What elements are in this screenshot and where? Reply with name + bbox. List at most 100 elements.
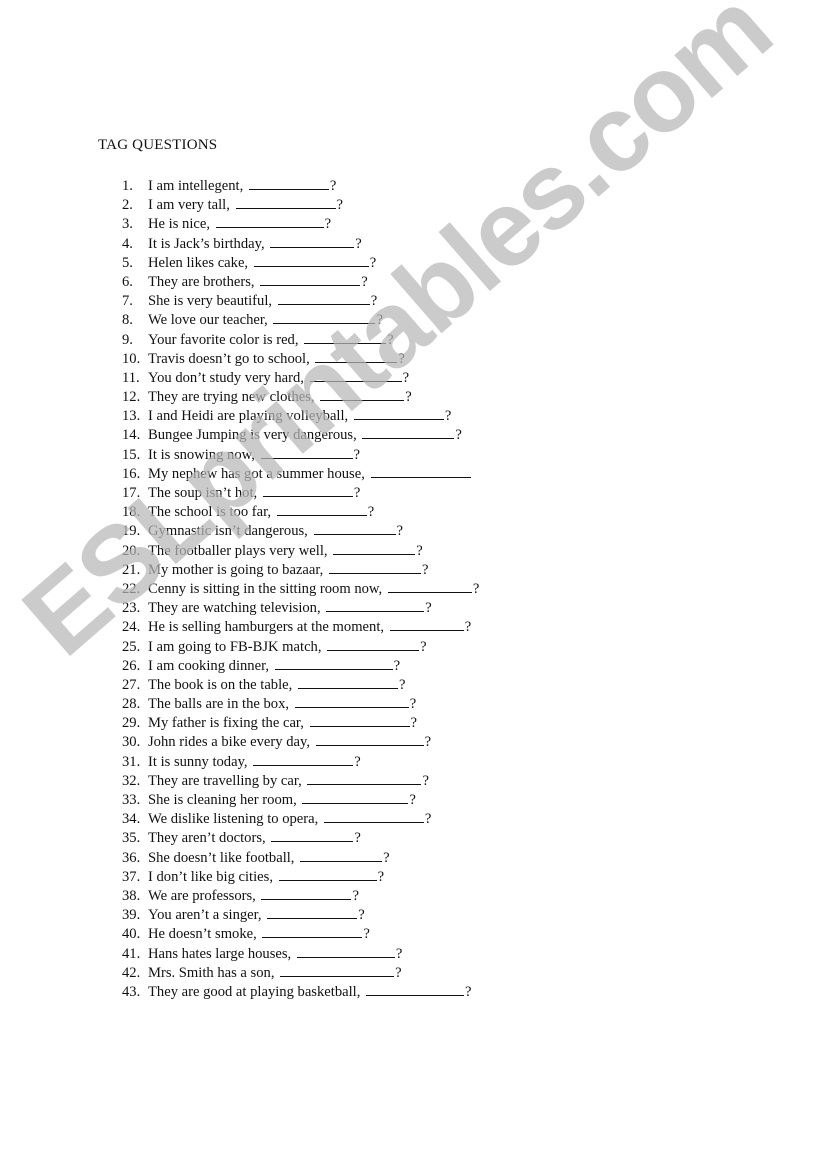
question-text: She is cleaning her room,: [148, 792, 297, 808]
question-item: 26. I am cooking dinner, ?: [122, 655, 479, 674]
question-text: They aren’t doctors,: [148, 830, 266, 847]
answer-blank[interactable]: [261, 885, 352, 900]
answer-blank[interactable]: [326, 597, 425, 613]
answer-blank[interactable]: [302, 789, 409, 804]
question-number: 24.: [122, 619, 141, 636]
question-item: 39. You aren’t a singer, ?: [122, 904, 479, 923]
question-mark: ?: [370, 293, 378, 310]
answer-blank[interactable]: [253, 252, 369, 267]
question-text: The balls are in the box,: [148, 696, 290, 713]
answer-blank[interactable]: [271, 827, 354, 843]
question-item: 32. They are travelling by car, ?: [122, 770, 479, 789]
question-mark: ?: [395, 945, 403, 962]
question-text: They are trying new clothes,: [148, 389, 315, 406]
answer-blank[interactable]: [370, 463, 471, 478]
question-text: You aren’t a singer,: [148, 907, 262, 924]
question-text: Gymnastic isn’t dangerous,: [148, 523, 308, 540]
answer-blank[interactable]: [253, 751, 354, 766]
question-mark: ?: [444, 408, 452, 425]
answer-blank[interactable]: [267, 904, 358, 920]
answer-blank[interactable]: [262, 482, 353, 497]
answer-blank[interactable]: [260, 271, 361, 286]
worksheet-page: TAG QUESTIONS 1. I am intellegent, ? 2. I a…: [0, 0, 821, 1169]
answer-blank[interactable]: [307, 770, 422, 785]
answer-blank[interactable]: [297, 674, 398, 689]
question-text: The soup isn’t hot,: [148, 485, 258, 501]
question-item: 21. My mother is going to bazaar, ?: [122, 559, 479, 578]
answer-blank[interactable]: [296, 943, 395, 958]
answer-blank[interactable]: [333, 540, 416, 555]
question-number: 25.: [122, 638, 141, 655]
answer-blank[interactable]: [248, 175, 329, 190]
question-item: 41. Hans hates large houses, ?: [122, 943, 479, 962]
answer-blank[interactable]: [323, 808, 424, 824]
question-item: 13. I and Heidi are playing volleyball, ?: [122, 405, 479, 424]
question-mark: ?: [465, 983, 472, 1000]
question-text: The book is on the table,: [148, 676, 293, 693]
answer-blank[interactable]: [366, 981, 465, 996]
answer-blank[interactable]: [309, 367, 402, 382]
question-text: It is sunny today,: [148, 753, 248, 770]
answer-blank[interactable]: [320, 386, 405, 402]
question-mark: ?: [455, 427, 462, 444]
answer-blank[interactable]: [276, 501, 367, 517]
question-item: 43. They are good at playing basketball, …: [122, 981, 479, 1000]
question-number: 35.: [122, 830, 141, 847]
question-text: I and Heidi are playing volleyball,: [148, 408, 349, 425]
answer-blank[interactable]: [235, 194, 336, 210]
question-item: 12. They are trying new clothes, ?: [122, 386, 479, 405]
answer-blank[interactable]: [313, 520, 396, 536]
question-text: My father is fixing the car,: [148, 715, 304, 732]
answer-blank[interactable]: [389, 616, 464, 632]
question-text: We dislike listening to opera,: [148, 811, 319, 828]
answer-blank[interactable]: [262, 923, 363, 939]
answer-blank[interactable]: [315, 348, 398, 363]
question-mark: ?: [420, 638, 427, 655]
question-mark: ?: [353, 485, 361, 501]
answer-blank[interactable]: [304, 329, 387, 344]
answer-blank[interactable]: [309, 712, 410, 728]
question-mark: ?: [405, 389, 412, 406]
answer-blank[interactable]: [353, 405, 444, 421]
answer-blank[interactable]: [362, 424, 455, 440]
answer-blank[interactable]: [274, 655, 393, 670]
question-text: He is selling hamburgers at the moment,: [148, 619, 385, 636]
answer-blank[interactable]: [294, 693, 409, 709]
answer-blank[interactable]: [260, 444, 353, 459]
question-number: 41.: [122, 945, 141, 962]
question-item: 28. The balls are in the box, ?: [122, 693, 479, 712]
question-mark: ?: [367, 504, 375, 521]
question-text: Helen likes cake,: [148, 254, 249, 271]
question-mark: ?: [424, 734, 432, 751]
answer-blank[interactable]: [278, 866, 377, 881]
question-mark: ?: [369, 254, 377, 271]
answer-blank[interactable]: [387, 578, 472, 593]
question-number: 40.: [122, 926, 141, 943]
question-mark: ?: [398, 676, 406, 693]
question-item: 24. He is selling hamburgers at the momen…: [122, 616, 479, 635]
answer-blank[interactable]: [277, 290, 370, 306]
answer-blank[interactable]: [273, 309, 376, 325]
answer-blank[interactable]: [327, 636, 420, 651]
question-number: 4.: [122, 235, 133, 252]
question-text: It is Jack’s birthday,: [148, 235, 265, 252]
question-mark: ?: [324, 216, 332, 233]
question-text: Your favorite color is red,: [148, 331, 299, 348]
question-number: 20.: [122, 542, 141, 559]
answer-blank[interactable]: [328, 559, 421, 574]
answer-blank[interactable]: [300, 847, 383, 862]
answer-blank[interactable]: [315, 731, 424, 747]
question-item: 16. My nephew has got a summer house,: [122, 463, 479, 482]
answer-blank[interactable]: [215, 213, 324, 229]
question-text: I am cooking dinner,: [148, 657, 269, 674]
question-item: 8. We love our teacher, ?: [122, 309, 479, 328]
question-mark: ?: [395, 964, 402, 981]
answer-blank[interactable]: [280, 962, 395, 977]
question-mark: ?: [377, 868, 385, 885]
question-mark: ?: [396, 523, 403, 540]
question-item: 3. He is nice, ?: [122, 213, 479, 232]
answer-blank[interactable]: [270, 233, 355, 248]
question-mark: ?: [383, 849, 390, 866]
question-item: 42. Mrs. Smith has a son, ?: [122, 962, 479, 981]
question-number: 30.: [122, 734, 141, 751]
